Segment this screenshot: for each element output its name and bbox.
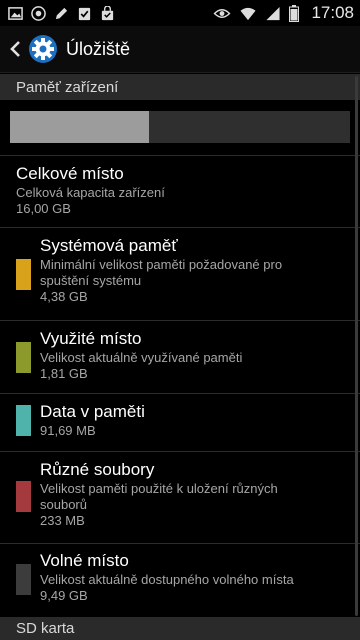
section-header-sd-card: SD karta bbox=[0, 617, 360, 640]
storage-usage-bar bbox=[10, 111, 350, 143]
item-description: Velikost aktuálně využívané paměti bbox=[40, 350, 243, 365]
item-title: Systémová paměť bbox=[40, 236, 178, 255]
shopping-bag-icon bbox=[101, 5, 114, 20]
list-item-cached-data[interactable]: Data v paměti 91,69 MB bbox=[0, 401, 360, 447]
list-item-free-space[interactable]: Volné místo Velikost aktuálně dostupného… bbox=[0, 550, 360, 612]
total-space-title: Celkové místo bbox=[16, 164, 124, 183]
signal-icon bbox=[266, 6, 281, 20]
item-value: 1,81 GB bbox=[40, 366, 88, 381]
pen-icon bbox=[55, 7, 68, 19]
divider bbox=[0, 393, 360, 394]
clock: 17:08 bbox=[311, 3, 354, 22]
battery-icon bbox=[289, 4, 300, 22]
status-bar: 17:08 bbox=[0, 0, 360, 26]
divider bbox=[0, 543, 360, 544]
color-swatch bbox=[16, 405, 31, 436]
item-title: Různé soubory bbox=[40, 460, 155, 479]
gear-icon bbox=[29, 35, 57, 63]
divider bbox=[0, 227, 360, 228]
divider bbox=[0, 155, 360, 156]
item-description-cont: souborů bbox=[40, 497, 87, 512]
item-value: 4,38 GB bbox=[40, 289, 88, 304]
chevron-left-icon bbox=[10, 41, 20, 57]
back-button[interactable] bbox=[6, 26, 24, 73]
color-swatch bbox=[16, 342, 31, 373]
item-value: 91,69 MB bbox=[40, 423, 96, 438]
storage-usage-fill bbox=[10, 111, 150, 143]
item-description: Minimální velikost paměti požadované pro bbox=[40, 257, 283, 272]
color-swatch bbox=[16, 259, 31, 290]
item-value: 233 MB bbox=[40, 513, 85, 528]
eye-icon bbox=[213, 8, 231, 18]
item-value: 9,49 GB bbox=[40, 588, 88, 603]
item-description: Velikost aktuálně dostupného volného mís… bbox=[40, 572, 294, 587]
list-item-used-space[interactable]: Využité místo Velikost aktuálně využívan… bbox=[0, 328, 360, 390]
divider bbox=[0, 320, 360, 321]
gallery-icon bbox=[8, 6, 23, 20]
item-description: Velikost paměti použité k uložení různýc… bbox=[40, 481, 278, 496]
chrome-icon bbox=[31, 5, 46, 21]
total-space-subtitle: Celková kapacita zařízení bbox=[16, 185, 165, 200]
list-item-misc-files[interactable]: Různé soubory Velikost paměti použité k … bbox=[0, 459, 360, 539]
wifi-icon bbox=[240, 7, 256, 20]
list-item-total-space[interactable]: Celkové místo Celková kapacita zařízení … bbox=[0, 163, 360, 225]
color-swatch bbox=[16, 564, 31, 595]
action-bar: Úložiště bbox=[0, 26, 360, 73]
scrollbar[interactable] bbox=[355, 76, 358, 616]
section-header-device-memory: Paměť zařízení bbox=[0, 74, 360, 100]
clipboard-check-icon bbox=[78, 7, 91, 20]
list-item-system-memory[interactable]: Systémová paměť Minimální velikost pamět… bbox=[0, 235, 360, 315]
total-space-value: 16,00 GB bbox=[16, 201, 71, 216]
item-title: Data v paměti bbox=[40, 402, 145, 421]
color-swatch bbox=[16, 481, 31, 512]
divider bbox=[0, 451, 360, 452]
item-description-cont: spuštění systému bbox=[40, 273, 142, 288]
item-title: Volné místo bbox=[40, 551, 129, 570]
item-title: Využité místo bbox=[40, 329, 142, 348]
page-title: Úložiště bbox=[66, 38, 131, 59]
